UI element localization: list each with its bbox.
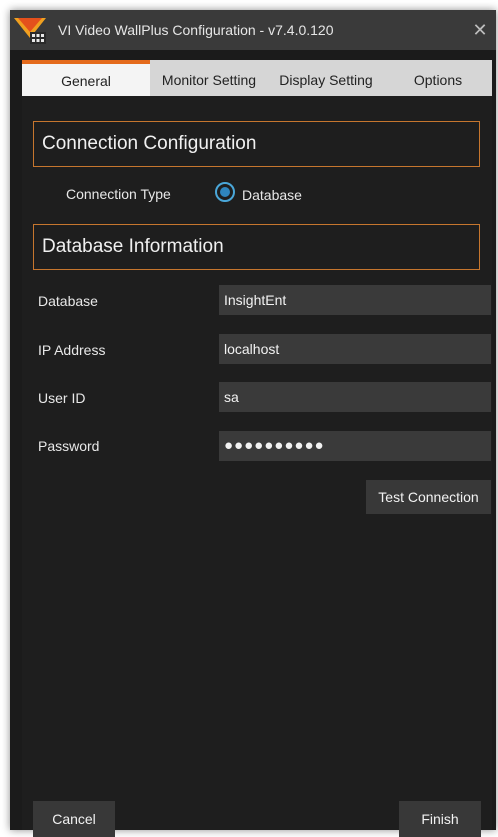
general-panel: Connection Configuration Connection Type…	[22, 96, 492, 837]
connection-type-label: Connection Type	[66, 186, 171, 202]
user-id-label: User ID	[38, 390, 86, 406]
database-radio-label[interactable]: Database	[242, 187, 302, 203]
section-title: Database Information	[42, 236, 224, 257]
title-bar: VI Video WallPlus Configuration - v7.4.0…	[10, 10, 496, 50]
connection-configuration-section: Connection Configuration	[33, 121, 480, 167]
database-field[interactable]: InsightEnt	[219, 285, 491, 315]
user-id-field[interactable]: sa	[219, 382, 491, 412]
app-logo-icon	[14, 18, 46, 44]
database-label: Database	[38, 293, 98, 309]
close-icon[interactable]: ✕	[470, 20, 490, 40]
section-title: Connection Configuration	[42, 133, 257, 154]
window-title: VI Video WallPlus Configuration - v7.4.0…	[58, 22, 334, 38]
tab-bar: General Monitor Setting Display Setting …	[22, 60, 492, 96]
database-information-section: Database Information	[33, 224, 480, 270]
test-connection-button[interactable]: Test Connection	[366, 480, 491, 514]
tab-options[interactable]: Options	[384, 60, 492, 96]
config-window: VI Video WallPlus Configuration - v7.4.0…	[10, 10, 496, 837]
tab-general[interactable]: General	[22, 60, 150, 96]
password-label: Password	[38, 438, 100, 454]
ip-address-field[interactable]: localhost	[219, 334, 491, 364]
tab-monitor-setting[interactable]: Monitor Setting	[150, 60, 268, 96]
password-field[interactable]: ●●●●●●●●●●	[219, 431, 491, 461]
ip-address-label: IP Address	[38, 342, 106, 358]
database-radio[interactable]	[215, 182, 235, 202]
tab-display-setting[interactable]: Display Setting	[268, 60, 384, 96]
radio-selected-dot	[220, 187, 230, 197]
